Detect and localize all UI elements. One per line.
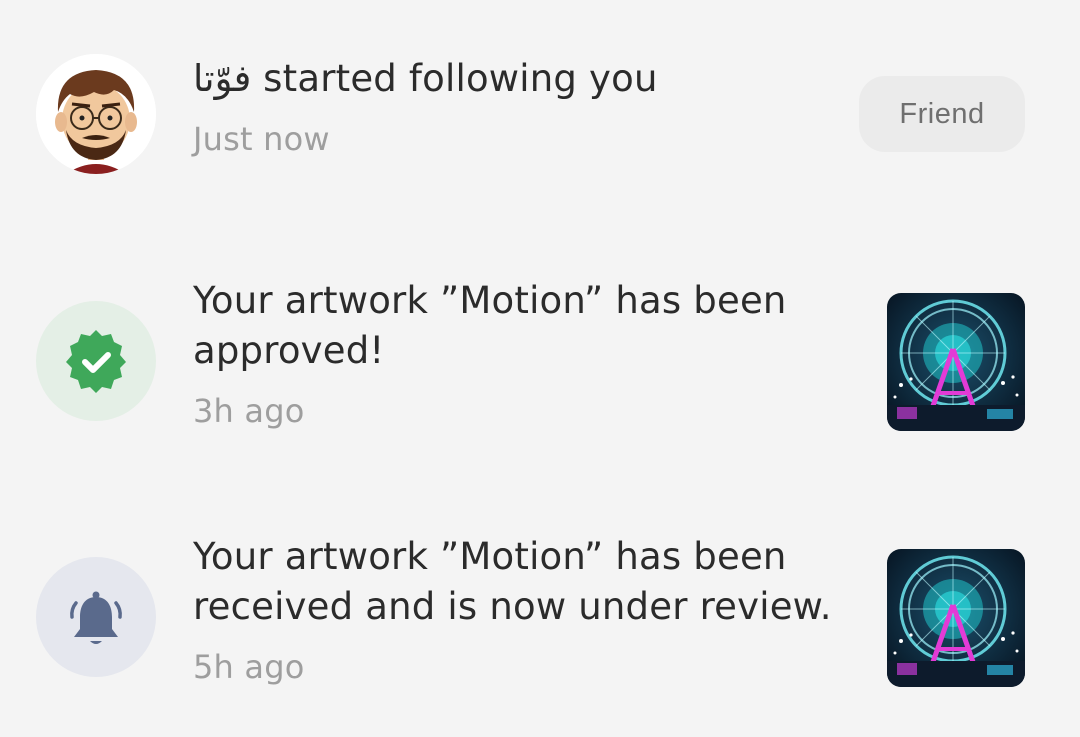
follower-name[interactable]: فوّتا [193, 57, 251, 100]
notification-follow[interactable]: فوّتا started following you Just now Fri… [0, 0, 1080, 200]
ferris-wheel-image [887, 549, 1025, 687]
user-avatar[interactable] [36, 54, 156, 174]
bell-icon [70, 591, 122, 644]
notification-text: Your artwork ”Motion” has been received … [193, 532, 833, 686]
notification-message: Your artwork ”Motion” has been received … [193, 535, 832, 628]
notification-time: Just now [193, 120, 330, 158]
notification-text: Your artwork ”Motion” has been approved!… [193, 276, 833, 430]
friend-button[interactable]: Friend [859, 76, 1025, 152]
notification-text: فوّتا started following you Just now [193, 54, 833, 158]
review-icon-container [36, 557, 156, 677]
approved-icon-container [36, 301, 156, 421]
ferris-wheel-image [887, 293, 1025, 431]
artwork-thumbnail[interactable] [887, 549, 1025, 687]
notification-time: 5h ago [193, 648, 305, 686]
notification-review[interactable]: Your artwork ”Motion” has been received … [0, 496, 1080, 716]
cartoon-face-icon [36, 54, 156, 174]
artwork-thumbnail[interactable] [887, 293, 1025, 431]
follow-action-text: started following you [251, 57, 658, 100]
notification-message: Your artwork ”Motion” has been approved! [193, 279, 787, 372]
notification-list: فوّتا started following you Just now Fri… [0, 0, 1080, 737]
verified-badge-icon [66, 330, 126, 393]
notification-message: فوّتا started following you [193, 54, 833, 104]
notification-time: 3h ago [193, 392, 305, 430]
notification-approved[interactable]: Your artwork ”Motion” has been approved!… [0, 240, 1080, 460]
